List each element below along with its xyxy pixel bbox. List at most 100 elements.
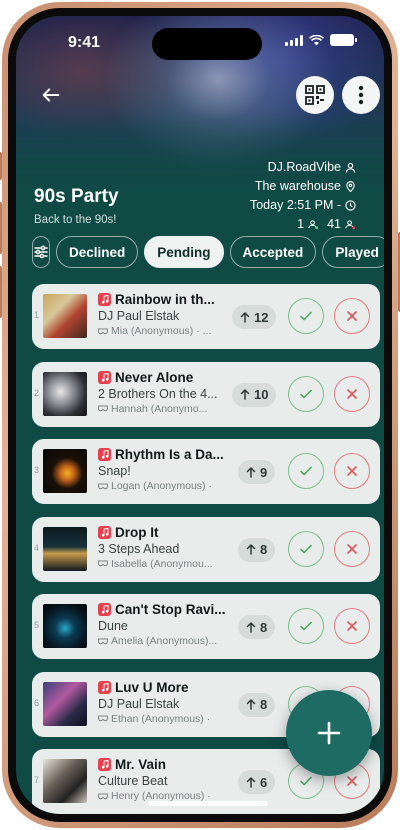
upvote-count[interactable]: 8 bbox=[238, 692, 276, 717]
music-note-icon bbox=[98, 603, 111, 616]
vote-count: 12 bbox=[254, 309, 269, 325]
event-time: Today 2:51 PM - bbox=[249, 198, 341, 212]
song-title: Drop It bbox=[115, 524, 159, 540]
guest-mask-icon bbox=[98, 405, 108, 412]
vote-count: 9 bbox=[260, 464, 268, 480]
battery-icon bbox=[330, 34, 357, 46]
status-time: 9:41 bbox=[68, 34, 101, 51]
close-icon bbox=[347, 621, 357, 631]
more-options-button[interactable] bbox=[342, 76, 380, 114]
home-indicator bbox=[148, 801, 268, 806]
clock-icon bbox=[345, 200, 356, 211]
music-note-icon bbox=[98, 370, 111, 384]
qr-code-button[interactable] bbox=[296, 76, 334, 114]
music-note-icon bbox=[98, 758, 111, 771]
phone-frame: 9:41 DJ.RoadVibe The warehouse Today 2:5… bbox=[0, 2, 400, 828]
request-rank: 3 bbox=[34, 465, 40, 475]
check-icon bbox=[300, 311, 312, 321]
song-title: Mr. Vain bbox=[115, 757, 167, 772]
accept-button[interactable] bbox=[288, 298, 324, 334]
dj-name: DJ.RoadVibe bbox=[267, 160, 341, 174]
decline-button[interactable] bbox=[334, 453, 370, 489]
decline-button[interactable] bbox=[334, 530, 370, 567]
vote-count: 8 bbox=[260, 697, 268, 712]
song-artist: Dune bbox=[98, 619, 128, 633]
decline-button[interactable] bbox=[334, 608, 370, 644]
tab-played[interactable]: Played bbox=[322, 236, 384, 268]
decline-button[interactable] bbox=[334, 375, 370, 412]
song-title: Never Alone bbox=[115, 369, 194, 385]
check-icon bbox=[300, 544, 312, 553]
arrow-up-icon bbox=[246, 776, 256, 788]
request-rank: 5 bbox=[34, 620, 40, 630]
song-artist: DJ Paul Elstak bbox=[98, 696, 180, 711]
guest-mask-icon bbox=[98, 715, 108, 722]
music-note-icon bbox=[98, 448, 111, 461]
tab-declined[interactable]: Declined bbox=[56, 236, 139, 268]
status-tabs: Declined Pending Accepted Played bbox=[32, 236, 384, 268]
request-card[interactable]: 1 Rainbow in th... DJ Paul Elstak Mia (A… bbox=[32, 284, 380, 349]
song-title: Can't Stop Ravi... bbox=[115, 602, 226, 617]
upvote-count[interactable]: 8 bbox=[238, 615, 276, 639]
music-note-icon bbox=[98, 680, 111, 694]
album-art bbox=[43, 371, 87, 416]
arrow-up-icon bbox=[240, 389, 250, 400]
request-card[interactable]: 5 Can't Stop Ravi... Dune Amelia (Anonym… bbox=[32, 594, 380, 659]
song-artist: Snap! bbox=[98, 464, 131, 478]
request-card[interactable]: 4 Drop It 3 Steps Ahead Isabella (Anonym… bbox=[32, 516, 380, 582]
tab-pending[interactable]: Pending bbox=[144, 236, 224, 268]
plus-icon bbox=[317, 721, 341, 745]
event-subtitle: Back to the 90s! bbox=[34, 214, 117, 226]
accept-button[interactable] bbox=[288, 608, 324, 644]
user-icon bbox=[345, 162, 356, 173]
arrow-up-icon bbox=[246, 699, 256, 710]
music-note-icon bbox=[98, 525, 111, 539]
requester-name: Hannah (Anonymo... bbox=[111, 402, 208, 415]
event-title: 90s Party bbox=[34, 186, 119, 207]
arrow-up-icon bbox=[246, 544, 256, 555]
arrow-up-icon bbox=[246, 466, 256, 478]
requester-name: Mia (Anonymous) · ... bbox=[111, 325, 212, 337]
check-icon bbox=[300, 776, 312, 786]
add-request-button[interactable] bbox=[286, 690, 372, 776]
event-details: DJ.RoadVibe The warehouse Today 2:51 PM … bbox=[250, 158, 356, 234]
guest-mask-icon bbox=[98, 638, 108, 644]
tab-accepted[interactable]: Accepted bbox=[229, 236, 317, 268]
vote-count: 8 bbox=[260, 542, 268, 557]
requester-name: Ethan (Anonymous) · bbox=[111, 712, 211, 725]
app-screen: 9:41 DJ.RoadVibe The warehouse Today 2:5… bbox=[16, 16, 384, 814]
accept-button[interactable] bbox=[288, 530, 324, 567]
vote-count: 8 bbox=[260, 619, 268, 635]
request-rank: 2 bbox=[34, 387, 40, 398]
request-card[interactable]: 2 Never Alone 2 Brothers On the 4... Han… bbox=[32, 361, 380, 427]
location-pin-icon bbox=[346, 181, 355, 192]
song-title: Luv U More bbox=[115, 679, 189, 695]
guest-mask-icon bbox=[98, 328, 108, 334]
request-card[interactable]: 3 Rhythm Is a Da... Snap! Logan (Anonymo… bbox=[32, 439, 380, 504]
phone-side-button bbox=[0, 152, 2, 180]
upvote-count[interactable]: 10 bbox=[232, 382, 277, 407]
sliders-icon bbox=[34, 245, 48, 259]
close-icon bbox=[347, 776, 357, 786]
decline-button[interactable] bbox=[334, 298, 370, 334]
back-button[interactable] bbox=[40, 84, 72, 116]
accept-button[interactable] bbox=[288, 453, 324, 489]
request-rank: 1 bbox=[34, 310, 40, 320]
upvote-count[interactable]: 12 bbox=[232, 305, 277, 329]
arrow-up-icon bbox=[246, 621, 256, 633]
song-title: Rhythm Is a Da... bbox=[115, 447, 224, 462]
guest-mask-icon bbox=[98, 793, 108, 799]
accept-button[interactable] bbox=[288, 375, 324, 412]
check-icon bbox=[300, 466, 312, 476]
phone-side-button bbox=[0, 202, 2, 254]
filter-button[interactable] bbox=[32, 236, 50, 268]
upvote-count[interactable]: 6 bbox=[238, 770, 276, 794]
close-icon bbox=[347, 388, 357, 399]
upvote-count[interactable]: 8 bbox=[238, 537, 276, 562]
album-art bbox=[43, 604, 87, 648]
users-online-icon bbox=[308, 220, 319, 230]
song-artist: Culture Beat bbox=[98, 774, 168, 788]
request-rank: 7 bbox=[34, 775, 40, 785]
album-art bbox=[43, 526, 87, 571]
upvote-count[interactable]: 9 bbox=[238, 460, 276, 484]
